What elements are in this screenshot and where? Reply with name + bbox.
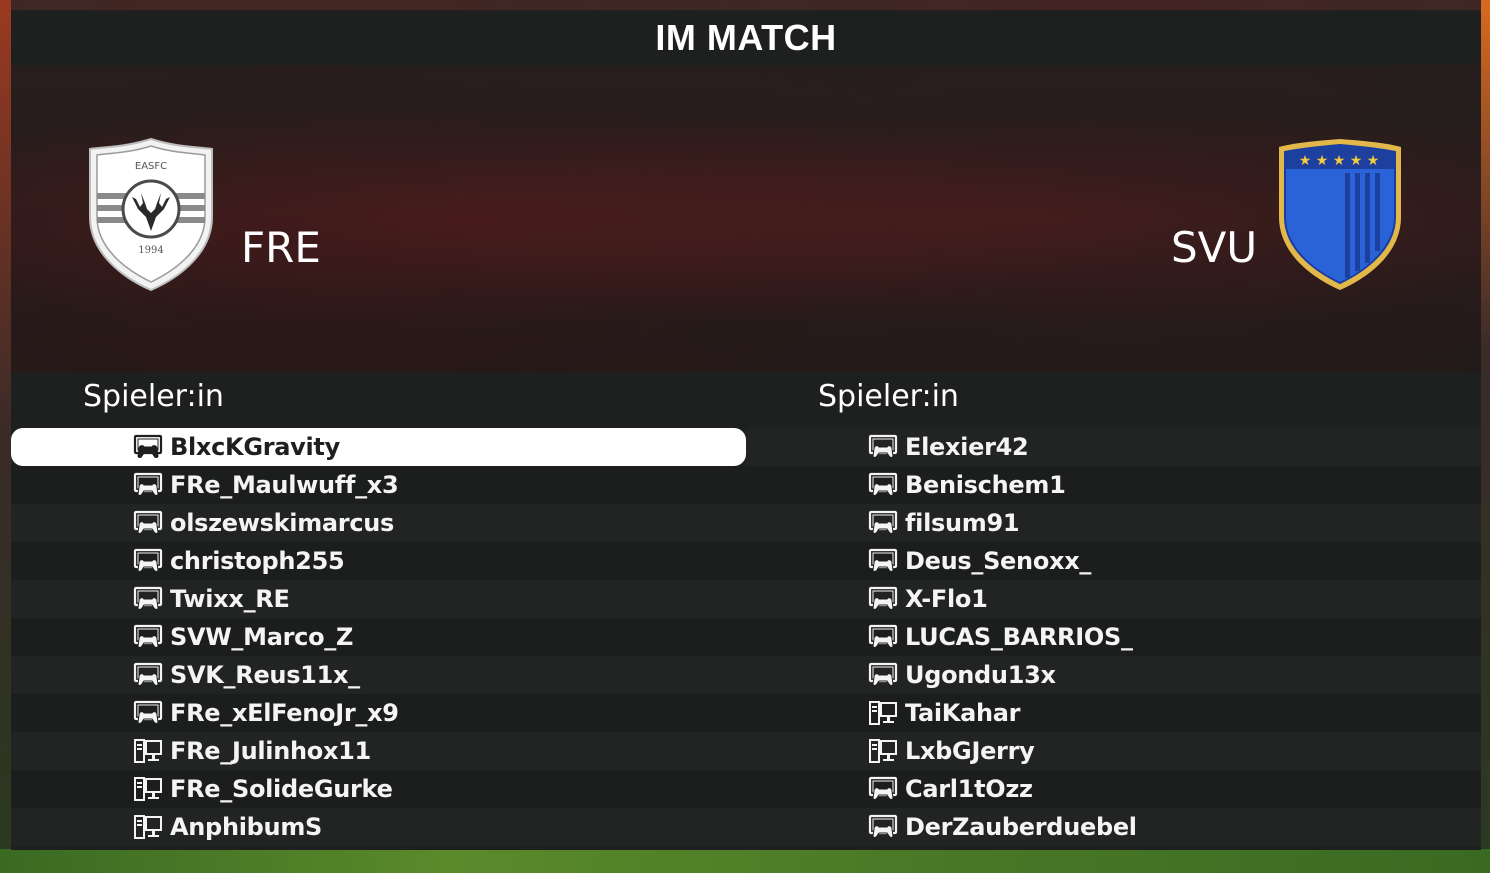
- player-name: christoph255: [170, 547, 345, 575]
- console-icon: [868, 586, 905, 612]
- console-icon: [133, 586, 170, 612]
- player-name: FRe_xElFenoJr_x9: [170, 699, 399, 727]
- player-name: filsum91: [905, 509, 1020, 537]
- background-edge-right: [1481, 0, 1490, 873]
- home-player-row[interactable]: FRe_Maulwuff_x3: [11, 466, 746, 504]
- away-player-row[interactable]: filsum91: [746, 504, 1481, 542]
- player-name: FRe_Maulwuff_x3: [170, 471, 399, 499]
- console-icon: [133, 662, 170, 688]
- away-player-row[interactable]: Deus_Senoxx_: [746, 542, 1481, 580]
- away-player-row[interactable]: TaiKahar: [746, 694, 1481, 732]
- player-name: Elexier42: [905, 433, 1029, 461]
- player-name: X-Flo1: [905, 585, 988, 613]
- player-name: FRe_Julinhox11: [170, 737, 371, 765]
- svg-text:★: ★: [1299, 153, 1312, 169]
- home-player-row[interactable]: FRe_xElFenoJr_x9: [11, 694, 746, 732]
- teams-banner: EASFC 1994 FRE SVU ★ ★ ★ ★ ★: [11, 65, 1481, 372]
- player-name: Ugondu13x: [905, 661, 1056, 689]
- svg-text:★: ★: [1367, 153, 1380, 169]
- home-player-row[interactable]: AnphibumS: [11, 808, 746, 846]
- console-icon: [133, 434, 170, 460]
- home-player-list: Spieler:in BlxcKGravity FRe_Maulwuff_x3ol…: [11, 372, 746, 850]
- svg-text:★: ★: [1350, 153, 1363, 169]
- away-player-row[interactable]: Elexier42: [746, 428, 1481, 466]
- console-icon: [868, 814, 905, 840]
- home-player-row[interactable]: SVK_Reus11x_: [11, 656, 746, 694]
- player-name: Benischem1: [905, 471, 1066, 499]
- away-player-row[interactable]: Benischem1: [746, 466, 1481, 504]
- home-player-row[interactable]: SVW_Marco_Z: [11, 618, 746, 656]
- away-player-row[interactable]: Carl1tOzz: [746, 770, 1481, 808]
- console-icon: [133, 472, 170, 498]
- away-player-rows: Elexier42 Benischem1 filsum91 Deus_Senoxx_ X…: [746, 428, 1481, 846]
- pc-icon: [133, 814, 170, 840]
- console-icon: [868, 776, 905, 802]
- title-bar: IM MATCH: [11, 10, 1481, 65]
- console-icon: [868, 434, 905, 460]
- home-player-row[interactable]: BlxcKGravity: [11, 428, 746, 466]
- console-icon: [133, 624, 170, 650]
- home-crest-year: 1994: [138, 245, 163, 256]
- home-player-row[interactable]: FRe_Julinhox11: [11, 732, 746, 770]
- player-name: Carl1tOzz: [905, 775, 1033, 803]
- console-icon: [133, 700, 170, 726]
- home-team-name: FRE: [241, 223, 321, 272]
- away-team-crest: ★ ★ ★ ★ ★: [1279, 139, 1401, 290]
- player-name: FRe_SolideGurke: [170, 775, 393, 803]
- svg-text:★: ★: [1316, 153, 1329, 169]
- home-player-row[interactable]: christoph255: [11, 542, 746, 580]
- away-player-row[interactable]: DerZauberduebel: [746, 808, 1481, 846]
- console-icon: [133, 510, 170, 536]
- console-icon: [868, 510, 905, 536]
- player-name: SVK_Reus11x_: [170, 661, 360, 689]
- svg-text:★: ★: [1333, 153, 1346, 169]
- home-player-row[interactable]: Twixx_RE: [11, 580, 746, 618]
- player-name: TaiKahar: [905, 699, 1021, 727]
- player-name: LUCAS_BARRIOS_: [905, 623, 1133, 651]
- home-player-row[interactable]: FRe_SolideGurke: [11, 770, 746, 808]
- player-name: LxbGJerry: [905, 737, 1035, 765]
- console-icon: [868, 662, 905, 688]
- page-title: IM MATCH: [655, 16, 837, 58]
- console-icon: [868, 472, 905, 498]
- home-player-row[interactable]: olszewskimarcus: [11, 504, 746, 542]
- player-name: Deus_Senoxx_: [905, 547, 1092, 575]
- home-crest-top-text: EASFC: [135, 161, 167, 172]
- player-name: Twixx_RE: [170, 585, 290, 613]
- pc-icon: [133, 776, 170, 802]
- player-name: AnphibumS: [170, 813, 323, 841]
- away-player-row[interactable]: LUCAS_BARRIOS_: [746, 618, 1481, 656]
- player-name: SVW_Marco_Z: [170, 623, 354, 651]
- away-players-header: Spieler:in: [818, 379, 959, 414]
- pc-icon: [868, 700, 905, 726]
- match-panel: IM MATCH EASFC 1994 FRE SVU ★ ★ ★ ★ ★ Sp…: [11, 10, 1481, 850]
- home-player-rows: BlxcKGravity FRe_Maulwuff_x3 olszewskimarc…: [11, 428, 746, 846]
- console-icon: [868, 548, 905, 574]
- away-player-row[interactable]: Ugondu13x: [746, 656, 1481, 694]
- pc-icon: [133, 738, 170, 764]
- away-player-list: Spieler:in Elexier42 Benischem1 filsum91 De…: [746, 372, 1481, 850]
- console-icon: [868, 624, 905, 650]
- home-team-crest: EASFC 1994: [89, 137, 213, 292]
- background-pitch: [0, 849, 1490, 873]
- away-player-row[interactable]: X-Flo1: [746, 580, 1481, 618]
- player-lists: Spieler:in BlxcKGravity FRe_Maulwuff_x3ol…: [11, 372, 1481, 850]
- away-team-name: SVU: [1171, 223, 1258, 272]
- player-name: olszewskimarcus: [170, 509, 395, 537]
- player-name: BlxcKGravity: [170, 433, 340, 461]
- console-icon: [133, 548, 170, 574]
- home-players-header: Spieler:in: [83, 379, 224, 414]
- player-name: DerZauberduebel: [905, 813, 1137, 841]
- background-edge-left: [0, 0, 11, 873]
- away-player-row[interactable]: LxbGJerry: [746, 732, 1481, 770]
- pc-icon: [868, 738, 905, 764]
